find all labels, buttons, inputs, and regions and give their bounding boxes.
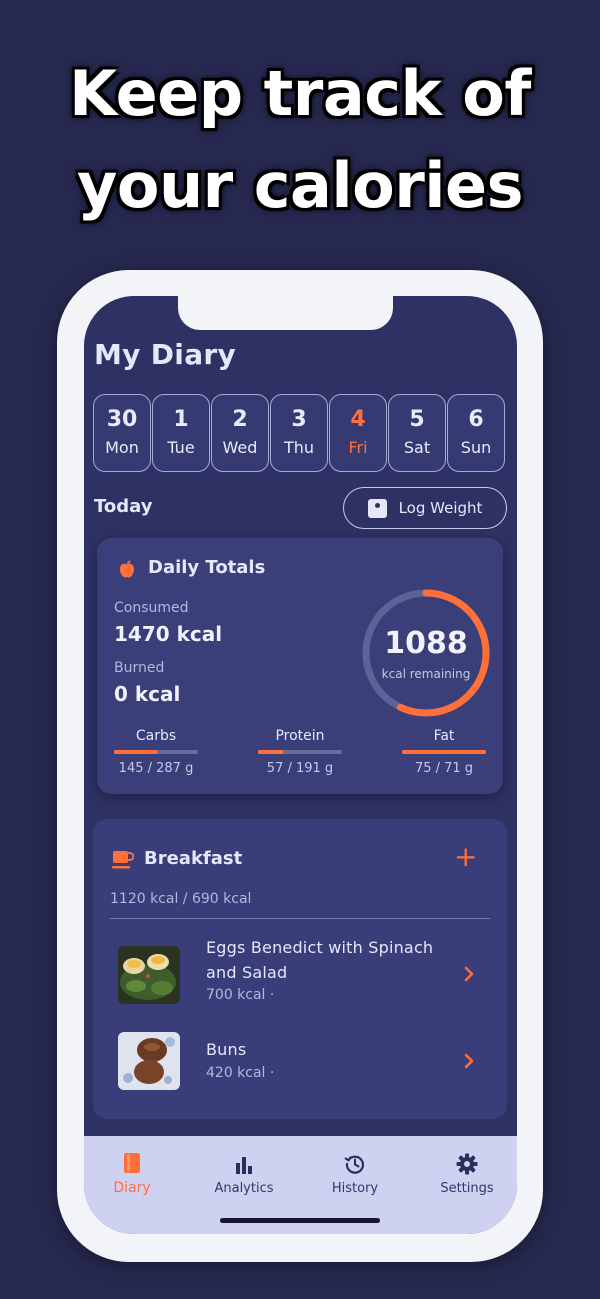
chevron-right-icon <box>464 1053 474 1069</box>
remaining-value: 1088 <box>384 626 468 661</box>
headline: Keep track of your calories <box>0 48 600 232</box>
day-sat[interactable]: 5 Sat <box>388 394 446 472</box>
nav-history[interactable]: History <box>305 1136 405 1196</box>
day-name: Sat <box>403 438 431 457</box>
apple-icon <box>120 560 134 578</box>
log-weight-button[interactable]: Log Weight <box>343 487 507 529</box>
macro-carbs-fill <box>114 750 157 754</box>
nav-diary[interactable]: Diary <box>84 1136 182 1196</box>
day-number: 3 <box>291 407 307 432</box>
macro-carbs-value: 145 / 287 g <box>118 761 194 776</box>
headline-line-2: your calories <box>76 149 524 222</box>
add-food-button[interactable]: + <box>454 841 477 873</box>
breakfast-divider <box>110 918 490 919</box>
app-screen: My Diary 30 Mon 1 Tue 2 Wed 3 Thu 4 Fri … <box>84 296 517 1234</box>
nav-label: Analytics <box>214 1181 274 1196</box>
day-number: 1 <box>173 407 189 432</box>
day-number: 4 <box>350 407 366 432</box>
nav-label: Diary <box>113 1180 151 1196</box>
macro-fat-value: 75 / 71 g <box>414 761 474 776</box>
today-heading: Today <box>94 496 153 517</box>
day-name: Thu <box>283 438 315 457</box>
day-wed[interactable]: 2 Wed <box>211 394 269 472</box>
day-name: Wed <box>222 438 258 457</box>
food-kcal: 420 kcal · <box>206 1065 275 1081</box>
headline-line-1: Keep track of <box>69 57 531 130</box>
daily-totals-title: Daily Totals <box>148 557 266 578</box>
food-name: Eggs Benedict with Spinach and Salad <box>206 938 434 982</box>
food-name: Buns <box>206 1040 247 1059</box>
macro-fat-bar <box>402 750 486 754</box>
nav-label: Settings <box>440 1181 494 1196</box>
nav-settings[interactable]: Settings <box>417 1136 517 1196</box>
food-item-buns[interactable]: Buns 420 kcal · <box>93 1029 507 1099</box>
scale-icon <box>367 498 387 518</box>
day-name: Tue <box>167 438 195 457</box>
day-number: 5 <box>409 407 425 432</box>
day-fri-selected[interactable]: 4 Fri <box>329 394 387 472</box>
breakfast-title: Breakfast <box>144 848 243 869</box>
coffee-cup-icon <box>112 851 134 869</box>
food-photo-eggs-benedict <box>118 946 180 1004</box>
breakfast-card: Breakfast + 1120 kcal / 690 kcal Eggs Be… <box>93 819 507 1119</box>
macro-fat-fill <box>402 750 486 754</box>
consumed-value: 1470 kcal <box>114 622 223 646</box>
food-photo-buns <box>118 1032 180 1090</box>
day-sun[interactable]: 6 Sun <box>447 394 505 472</box>
book-icon <box>124 1153 140 1173</box>
macro-carbs-name: Carbs <box>135 728 177 744</box>
nav-analytics[interactable]: Analytics <box>194 1136 294 1196</box>
macro-protein-name: Protein <box>275 728 325 744</box>
macro-protein-fill <box>258 750 284 754</box>
macro-fat-name: Fat <box>433 728 455 744</box>
food-kcal: 700 kcal · <box>206 987 275 1003</box>
page-title: My Diary <box>94 338 237 371</box>
day-tue[interactable]: 1 Tue <box>152 394 210 472</box>
day-name: Sun <box>460 438 492 457</box>
chevron-right-icon <box>464 966 474 982</box>
food-item-eggs-benedict[interactable]: Eggs Benedict with Spinach and Salad 700… <box>93 931 507 1015</box>
macro-protein-value: 57 / 191 g <box>266 761 334 776</box>
consumed-label: Consumed <box>114 600 189 616</box>
burned-label: Burned <box>114 660 165 676</box>
day-thu[interactable]: 3 Thu <box>270 394 328 472</box>
day-number: 30 <box>106 407 138 432</box>
burned-value: 0 kcal <box>114 682 181 706</box>
day-name: Mon <box>105 438 139 457</box>
gear-icon <box>456 1153 478 1175</box>
phone-notch <box>178 296 393 330</box>
macro-carbs-bar <box>114 750 198 754</box>
home-indicator <box>220 1218 380 1223</box>
macro-protein-bar <box>258 750 342 754</box>
day-name: Fri <box>348 438 368 457</box>
day-mon[interactable]: 30 Mon <box>93 394 151 472</box>
bar-chart-icon <box>236 1157 252 1174</box>
day-number: 6 <box>468 407 484 432</box>
nav-label: History <box>331 1181 379 1196</box>
remaining-label: kcal remaining <box>381 667 471 681</box>
log-weight-label: Log Weight <box>398 499 483 517</box>
history-icon <box>344 1155 365 1174</box>
breakfast-summary: 1120 kcal / 690 kcal <box>110 891 252 907</box>
daily-totals-card: Daily Totals Consumed 1470 kcal Burned 0… <box>97 538 503 794</box>
day-number: 2 <box>232 407 248 432</box>
week-day-selector: 30 Mon 1 Tue 2 Wed 3 Thu 4 Fri 5 Sat 6 S… <box>93 394 508 472</box>
